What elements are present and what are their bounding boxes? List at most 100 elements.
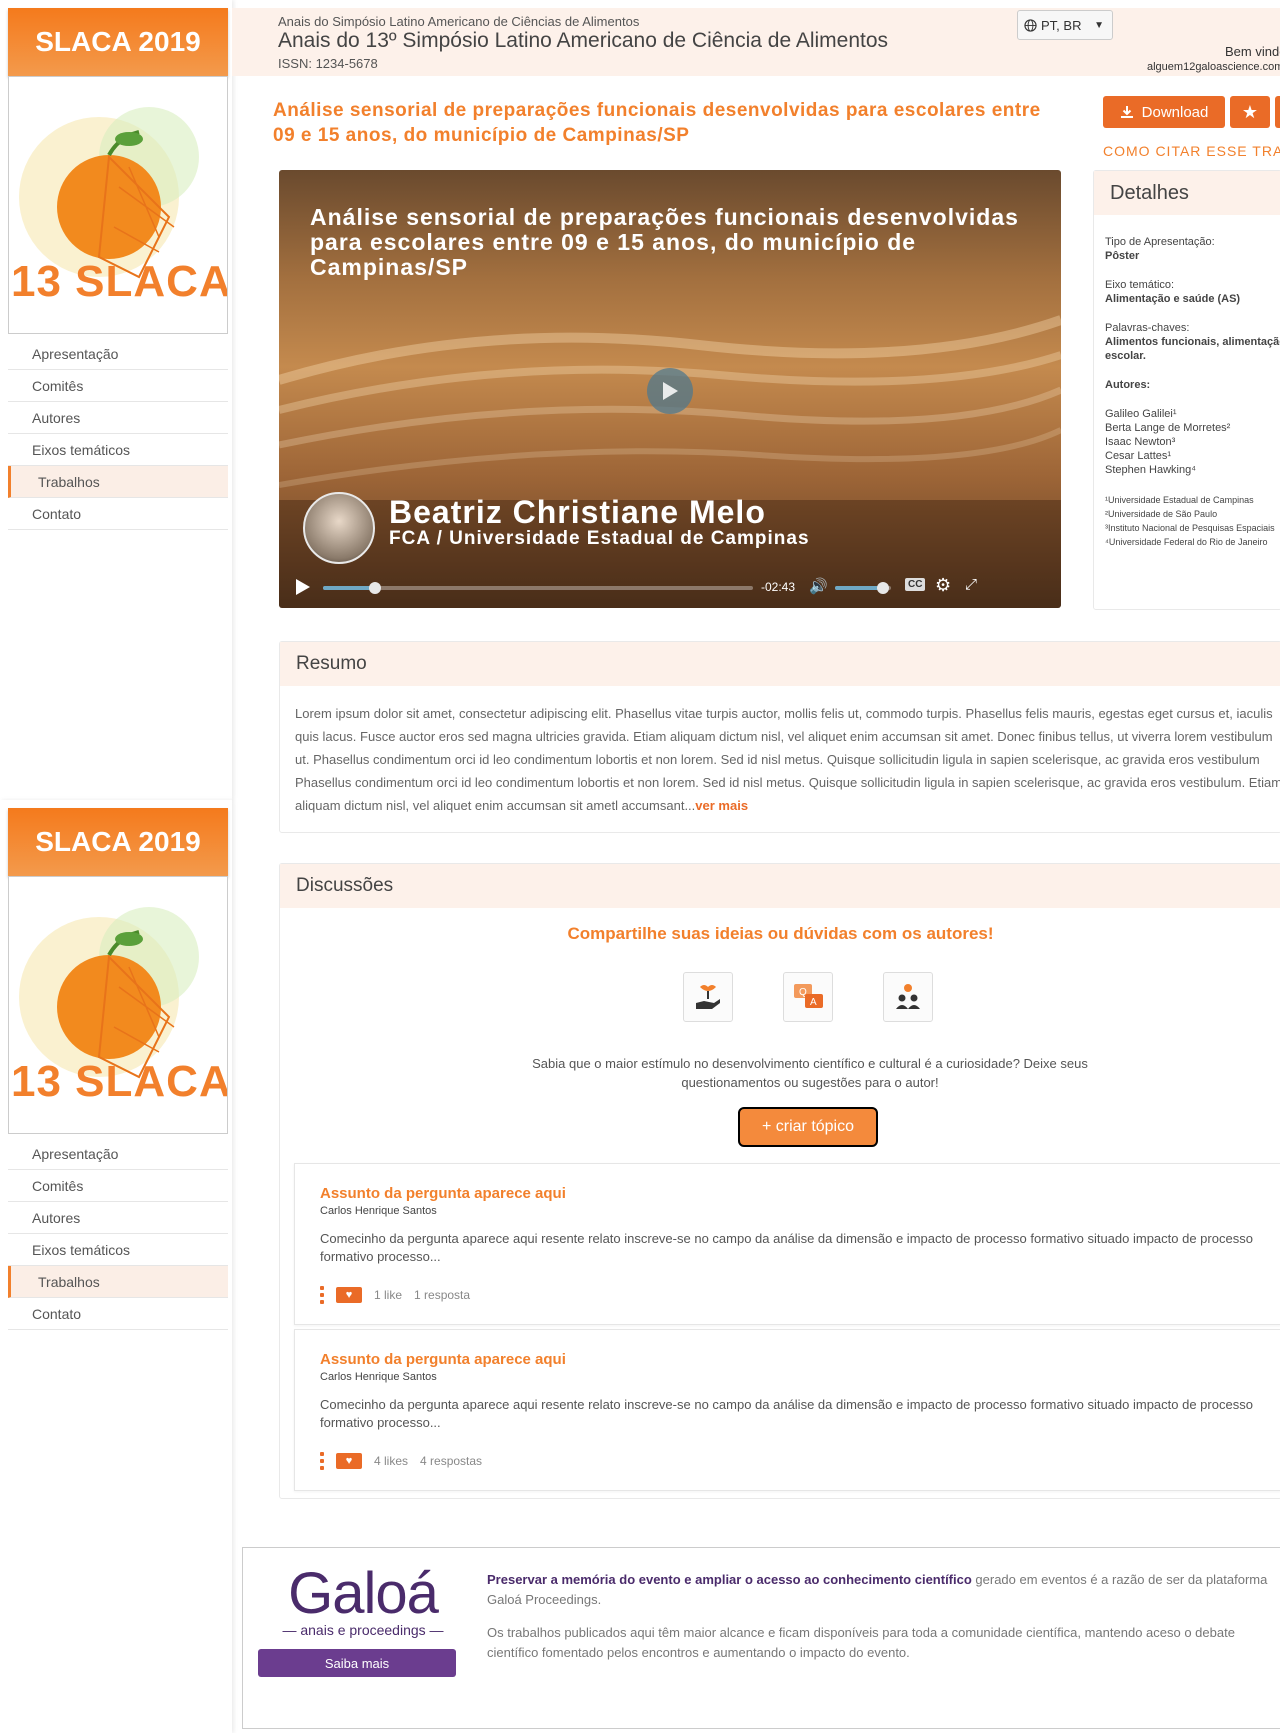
reply-count[interactable]: 4 respostas	[420, 1454, 482, 1468]
presentation-type-value: Pôster	[1105, 250, 1140, 262]
affiliation: ³Instituto Nacional de Pesquisas Espacia…	[1105, 523, 1275, 533]
share-prompt: Compartilhe suas ideias ou dúvidas com o…	[567, 924, 994, 943]
galoa-tagline: — anais e proceedings —	[282, 1622, 444, 1638]
sidebar-item-trabalhos[interactable]: Trabalhos	[8, 1266, 228, 1298]
ideas-icon	[683, 972, 733, 1022]
create-topic-button[interactable]: + criar tópico	[738, 1107, 878, 1147]
sidebar-item-apresentacao[interactable]: Apresentação	[8, 1138, 228, 1170]
question-body: Comecinho da pergunta aparece aqui resen…	[320, 1231, 1253, 1264]
curiosity-text: Sabia que o maior estímulo no desenvolvi…	[532, 1056, 1088, 1090]
like-button[interactable]: ♥	[336, 1453, 362, 1469]
affiliation: ²Universidade de São Paulo	[1105, 509, 1218, 519]
resumo-body: Lorem ipsum dolor sit amet, consectetur …	[295, 706, 1280, 813]
download-icon	[1120, 106, 1133, 118]
author-name[interactable]: Berta Lange de Morretes²	[1105, 422, 1230, 434]
more-options-icon[interactable]	[320, 1286, 324, 1304]
affiliation: ¹Universidade Estadual de Campinas	[1105, 495, 1254, 505]
download-label: Download	[1141, 103, 1209, 121]
theme-label: Eixo temático:	[1105, 279, 1175, 291]
paper-title: Análise sensorial de preparações funcion…	[273, 100, 1041, 146]
sidebar-item-apresentacao[interactable]: Apresentação	[8, 338, 228, 370]
more-options-icon[interactable]	[320, 1452, 324, 1470]
sidebar-item-eixos[interactable]: Eixos temáticos	[8, 1234, 228, 1266]
language-value: PT, BR	[1041, 17, 1082, 33]
volume-icon[interactable]: 🔊	[809, 577, 828, 595]
resumo-text: Lorem ipsum dolor sit amet, consectetur …	[295, 702, 1280, 822]
sidebar-menu: Apresentação Comitês Autores Eixos temát…	[8, 1138, 228, 1330]
chevron-down-icon: ▼	[1094, 19, 1104, 31]
video-player[interactable]: Análise sensorial de preparações funcion…	[279, 170, 1061, 608]
sidebar-item-autores[interactable]: Autores	[8, 1202, 228, 1234]
progress-bar[interactable]	[323, 582, 753, 594]
footer-paragraph-1: Preservar a memória do evento e ampliar …	[487, 1572, 1268, 1607]
volume-handle[interactable]	[876, 582, 889, 594]
galoa-logo: Galoá — anais e proceedings —	[263, 1561, 463, 1639]
presenter-avatar	[303, 492, 375, 564]
more-actions-button[interactable]	[1275, 96, 1280, 128]
theme-value: Alimentação e saúde (AS)	[1105, 293, 1241, 305]
cite-link[interactable]: COMO CITAR ESSE TRABALHO	[1103, 143, 1280, 159]
sidebar-item-trabalhos[interactable]: Trabalhos	[8, 466, 228, 498]
sidebar-item-contato[interactable]: Contato	[8, 498, 228, 530]
sidebar-item-contato[interactable]: Contato	[8, 1298, 228, 1330]
logo-text: 13 SLACA	[11, 257, 228, 306]
question-title[interactable]: Assunto da pergunta aparece aqui	[320, 1351, 566, 1368]
like-button[interactable]: ♥	[336, 1287, 362, 1303]
keywords-value-cont: escolar.	[1105, 350, 1146, 362]
question-footer: ♥ 1 like 1 resposta	[320, 1285, 470, 1305]
question-body: Comecinho da pergunta aparece aqui resen…	[320, 1397, 1253, 1430]
captions-icon[interactable]: CC	[905, 578, 926, 591]
sidebar-item-comites[interactable]: Comitês	[8, 370, 228, 402]
question-card[interactable]: Assunto da pergunta aparece aqui Carlos …	[294, 1329, 1280, 1491]
discussions-heading: Discussões	[280, 864, 1280, 908]
sidebar-menu: Apresentação Comitês Autores Eixos temát…	[8, 338, 228, 530]
resumo-card: Resumo Lorem ipsum dolor sit amet, conse…	[279, 641, 1280, 833]
affiliation: ⁴Universidade Federal do Rio de Janeiro	[1105, 537, 1268, 547]
header-subtitle: Anais do Simpósio Latino Americano de Ci…	[278, 14, 640, 29]
volume-slider[interactable]	[835, 582, 891, 594]
progress-handle[interactable]	[368, 582, 381, 594]
play-icon	[663, 382, 678, 400]
like-count: 1 like	[374, 1288, 403, 1302]
galoa-brand: Galoá	[288, 1561, 439, 1626]
authors-label: Autores:	[1105, 379, 1151, 391]
author-name[interactable]: Isaac Newton³	[1105, 436, 1175, 448]
video-title: Análise sensorial de preparações funcion…	[310, 204, 1019, 280]
video-controls: -02:43 🔊 CC ⚙ ⤢	[279, 568, 1061, 608]
settings-icon[interactable]: ⚙	[935, 575, 951, 596]
author-name[interactable]: Stephen Hawking⁴	[1105, 464, 1196, 476]
star-icon: ★	[1241, 101, 1259, 122]
question-card[interactable]: Assunto da pergunta aparece aqui Carlos …	[294, 1163, 1280, 1325]
globe-icon	[1024, 18, 1037, 32]
event-brand[interactable]: SLACA 2019	[8, 808, 228, 876]
progress-fill	[323, 586, 375, 590]
play-icon[interactable]	[295, 578, 311, 596]
sidebar-item-comites[interactable]: Comitês	[8, 1170, 228, 1202]
svg-text:A: A	[810, 997, 817, 1008]
author-name[interactable]: Galileo Galilei¹	[1105, 408, 1177, 420]
saiba-mais-button[interactable]: Saiba mais	[258, 1649, 456, 1677]
sidebar-item-eixos[interactable]: Eixos temáticos	[8, 434, 228, 466]
welcome-text: Bem vindo	[1225, 44, 1280, 59]
play-button-overlay[interactable]	[647, 368, 693, 414]
author-name[interactable]: Cesar Lattes¹	[1105, 450, 1171, 462]
heart-icon: ♥	[345, 1455, 353, 1467]
fullscreen-icon[interactable]: ⤢	[965, 576, 977, 593]
event-brand[interactable]: SLACA 2019	[8, 8, 228, 76]
read-more-link[interactable]: ver mais	[695, 798, 748, 813]
question-author: Carlos Henrique Santos	[320, 1205, 437, 1217]
language-select[interactable]: PT, BR ▼	[1017, 10, 1113, 40]
header-title: Anais do 13º Simpósio Latino Americano d…	[278, 29, 889, 52]
presenter-institution: FCA / Universidade Estadual de Campinas	[389, 528, 810, 549]
favorite-button[interactable]: ★	[1230, 96, 1270, 128]
download-button[interactable]: Download	[1103, 96, 1225, 128]
keywords-value: Alimentos funcionais, alimentação	[1105, 336, 1280, 348]
reply-count[interactable]: 1 resposta	[414, 1288, 470, 1302]
user-email[interactable]: alguem12galoascience.com	[1147, 61, 1280, 73]
sidebar-item-autores[interactable]: Autores	[8, 402, 228, 434]
footer-paragraph-2: Os trabalhos publicados aqui têm maior a…	[487, 1625, 1235, 1660]
question-title[interactable]: Assunto da pergunta aparece aqui	[320, 1185, 566, 1202]
authors-icon	[883, 972, 933, 1022]
volume-fill	[835, 586, 883, 590]
sidebar: SLACA 2019 13 SLACA Apresentação Comitês…	[0, 0, 232, 800]
